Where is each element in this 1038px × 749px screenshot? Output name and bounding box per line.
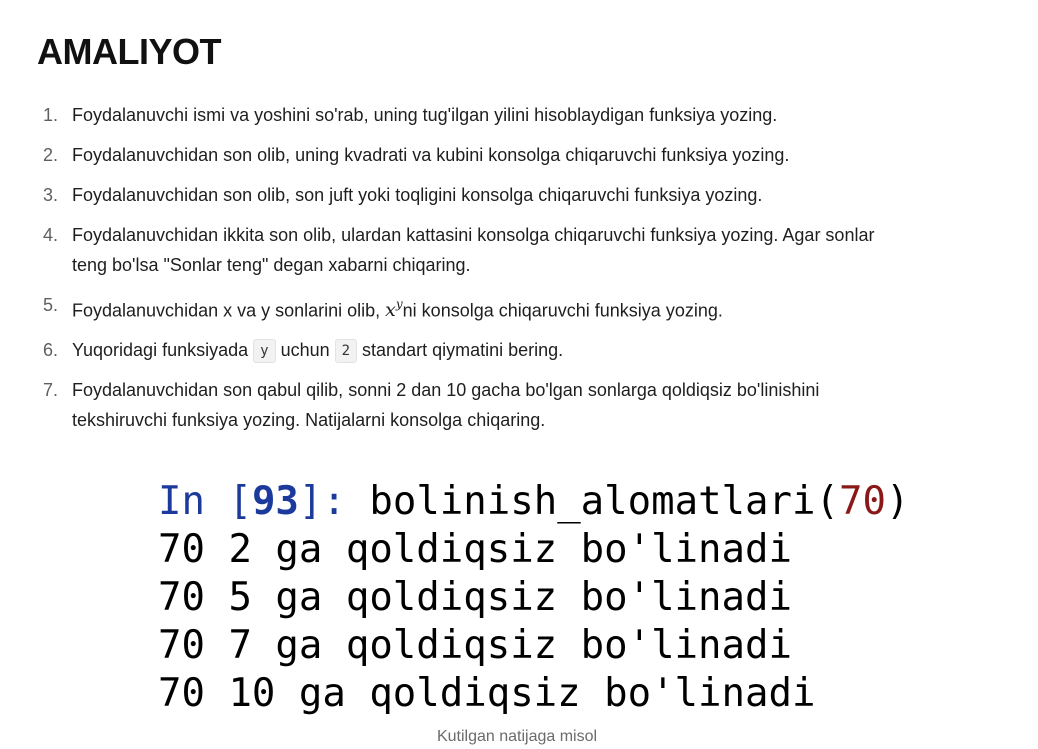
- math-base: x: [385, 299, 396, 322]
- task-text-part: standart qiymatini bering.: [357, 340, 564, 361]
- task-text: Yuqoridagi funksiyada y uchun 2 standart…: [72, 335, 997, 365]
- task-item-1: 1. Foydalanuvchi ismi va yoshini so'rab,…: [37, 100, 997, 130]
- task-item-2: 2. Foydalanuvchidan son olib, uning kvad…: [37, 140, 997, 170]
- prompt-label: In: [158, 479, 229, 524]
- task-text-line: tekshiruvchi funksiya yozing. Natijalarn…: [72, 410, 546, 431]
- task-text: Foydalanuvchidan x va y sonlarini olib, …: [72, 290, 997, 325]
- page-title: AMALIYOT: [37, 31, 221, 72]
- task-text-line: Foydalanuvchidan son qabul qilib, sonni …: [72, 380, 820, 401]
- task-text-part: Yuqoridagi funksiyada: [72, 340, 254, 361]
- console-output-image: In [93]: bolinish_alomatlari(70) 70 2 ga…: [158, 478, 909, 718]
- task-text-part: uchun: [275, 340, 335, 361]
- console-output-line: 70 7 ga qoldiqsiz bo'linadi: [158, 623, 792, 668]
- task-text: Foydalanuvchidan son olib, son juft yoki…: [72, 185, 763, 205]
- task-list: 1. Foydalanuvchi ismi va yoshini so'rab,…: [37, 100, 997, 445]
- task-number: 3.: [43, 185, 59, 205]
- task-item-7: 7. Foydalanuvchidan son qabul qilib, son…: [37, 375, 997, 435]
- task-number: 1.: [43, 105, 59, 125]
- prompt-bracket-close: ]:: [298, 479, 370, 524]
- task-text: Foydalanuvchi ismi va yoshini so'rab, un…: [72, 105, 778, 125]
- document-page: AMALIYOT 1. Foydalanuvchi ismi va yoshin…: [37, 26, 997, 745]
- function-call-close: ): [885, 479, 910, 524]
- math-exponent: y: [395, 297, 403, 311]
- console-input-line: In [93]: bolinish_alomatlari(70): [158, 479, 909, 524]
- task-text: Foydalanuvchidan son qabul qilib, sonni …: [72, 375, 997, 435]
- inline-code: 2: [334, 339, 358, 364]
- task-text-part: Foydalanuvchidan x va y sonlarini olib,: [72, 300, 386, 321]
- console-output-line: 70 2 ga qoldiqsiz bo'linadi: [158, 527, 792, 572]
- task-text: Foydalanuvchidan ikkita son olib, ularda…: [72, 220, 997, 280]
- figure-caption: Kutilgan natijaga misol: [436, 728, 598, 745]
- task-number: 7.: [43, 380, 59, 401]
- task-item-3: 3. Foydalanuvchidan son olib, son juft y…: [37, 180, 997, 210]
- function-argument: 70: [838, 479, 886, 524]
- console-output-line: 70 10 ga qoldiqsiz bo'linadi: [158, 671, 816, 716]
- prompt-number: 93: [251, 479, 299, 524]
- task-number: 5.: [43, 295, 59, 315]
- console-output-line: 70 5 ga qoldiqsiz bo'linadi: [158, 575, 792, 620]
- task-item-4: 4. Foydalanuvchidan ikkita son olib, ula…: [37, 220, 997, 280]
- task-number: 6.: [43, 340, 59, 361]
- function-call-name: bolinish_alomatlari(: [369, 479, 839, 524]
- task-text: Foydalanuvchidan son olib, uning kvadrat…: [72, 145, 790, 165]
- task-item-6: 6. Yuqoridagi funksiyada y uchun 2 stand…: [37, 335, 997, 365]
- inline-code: y: [253, 339, 276, 364]
- task-text-part: ni konsolga chiqaruvchi funksiya yozing.: [402, 300, 723, 321]
- task-item-5: 5. Foydalanuvchidan x va y sonlarini oli…: [37, 290, 997, 325]
- task-text-line: teng bo'lsa "Sonlar teng" degan xabarni …: [72, 255, 471, 275]
- math-power: xy: [385, 297, 403, 322]
- task-number: 4.: [43, 225, 59, 245]
- task-number: 2.: [43, 145, 59, 165]
- task-text-line: Foydalanuvchidan ikkita son olib, ularda…: [72, 225, 875, 245]
- prompt-bracket-open: [: [228, 479, 252, 524]
